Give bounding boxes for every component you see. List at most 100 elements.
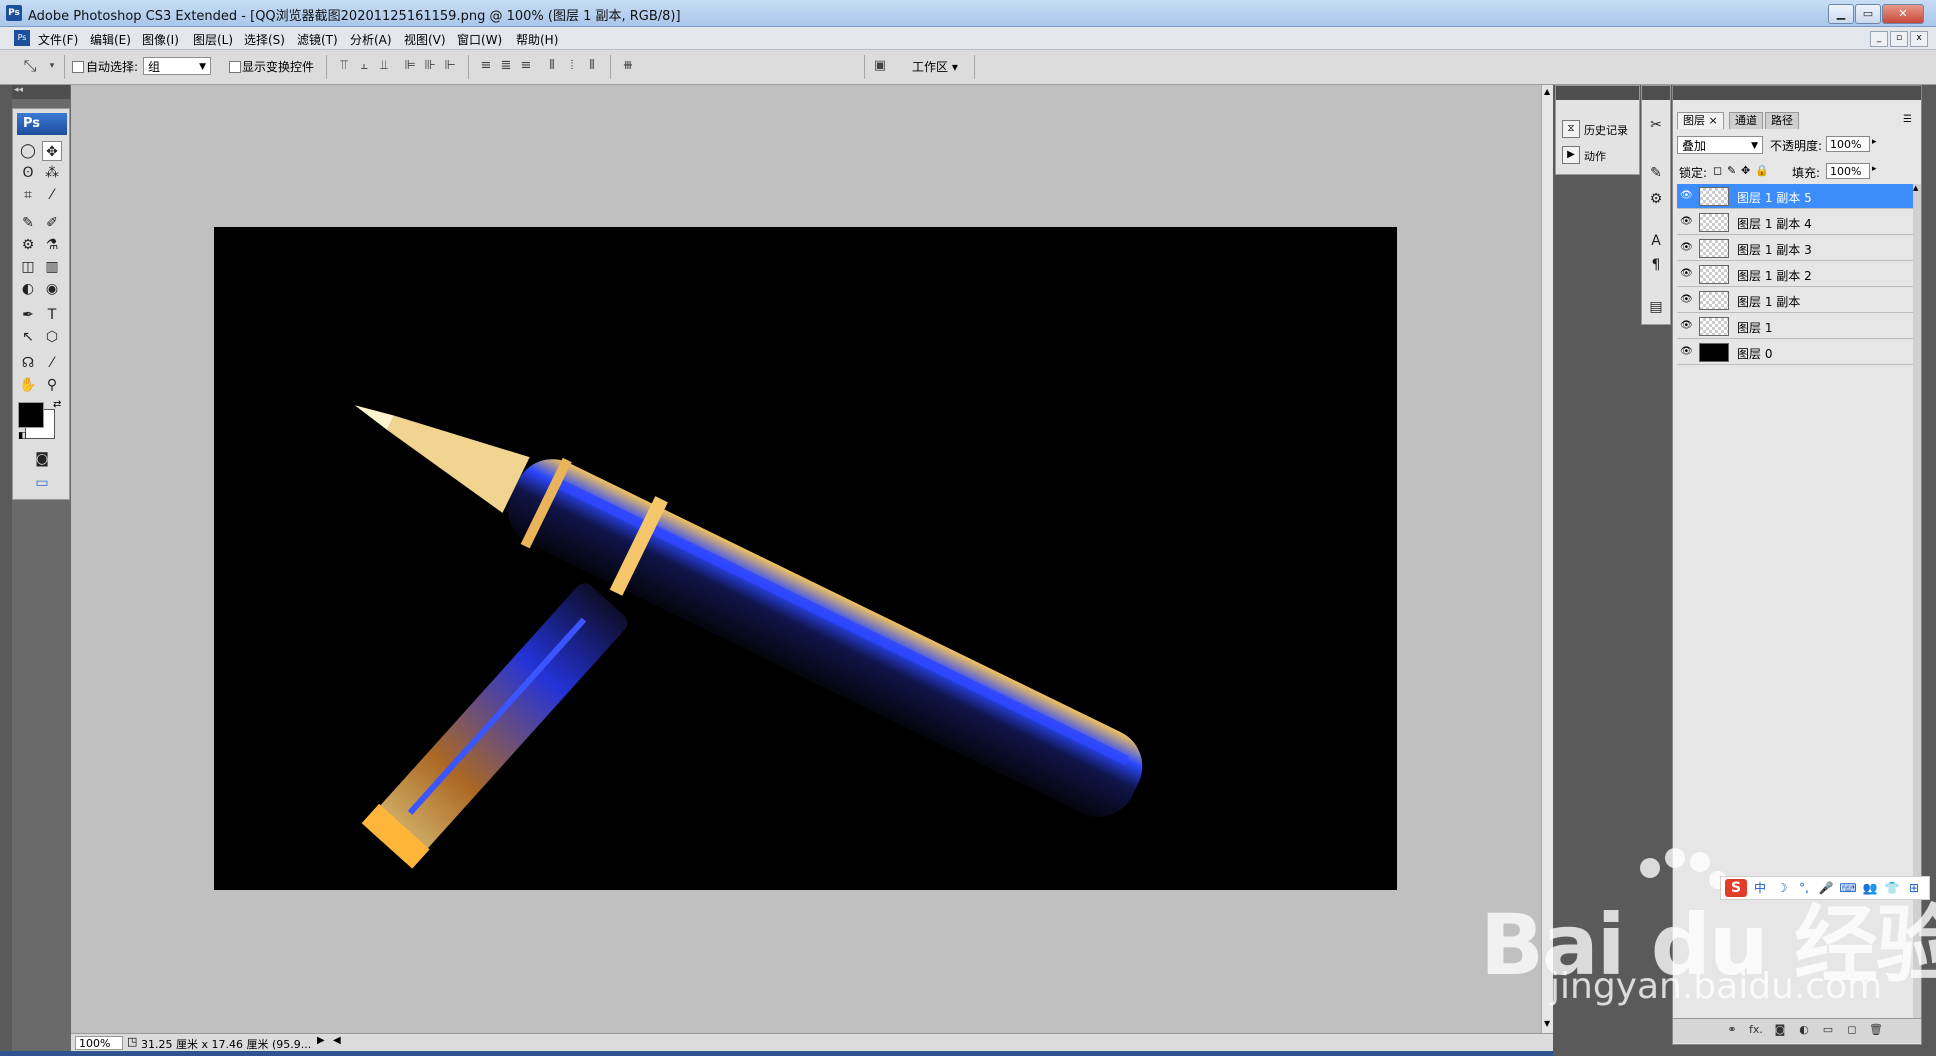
align-top-icon[interactable]: ⫪ [336,58,352,74]
distribute-top-icon[interactable]: ≡ [478,58,494,74]
crop-tool-icon[interactable]: ⌗ [18,185,38,205]
ime-chinese-mode-icon[interactable]: 中 [1751,880,1769,896]
type-tool-icon[interactable]: T [42,305,62,325]
align-left-icon[interactable]: ⊫ [402,58,418,74]
ime-user-icon[interactable]: 👥 [1861,880,1879,896]
menu-select[interactable]: 选择(S) [244,31,285,48]
fill-slider-arrow-icon[interactable]: ▸ [1872,164,1877,174]
visibility-eye-icon[interactable]: 👁 [1680,320,1693,332]
actions-panel-button[interactable]: 动作 [1584,148,1606,164]
layer-row[interactable]: 👁 图层 1 副本 [1677,288,1913,313]
menu-help[interactable]: 帮助(H) [516,31,558,48]
dock-header[interactable] [1642,86,1670,100]
dock-header[interactable] [1556,86,1639,100]
swap-colors-icon[interactable]: ⇄ [53,399,61,410]
minimize-button[interactable]: ▁ [1828,4,1854,24]
move-tool-icon[interactable]: ✥ [42,141,62,161]
foreground-color-swatch[interactable] [18,402,44,428]
lock-image-icon[interactable]: ✎ [1727,164,1736,177]
ime-toolbox-icon[interactable]: ⊞ [1905,880,1923,896]
pen-tool-icon[interactable]: ✒ [18,305,38,325]
distribute-hcenter-icon[interactable]: ⦙ [564,58,580,74]
menu-file[interactable]: 文件(F) [38,31,78,48]
eyedropper-tool-icon[interactable]: ⁄ [42,353,62,373]
bridge-icon[interactable]: ▣ [872,58,888,74]
character-icon[interactable]: A [1647,232,1665,250]
maximize-button[interactable]: ▭ [1855,4,1881,24]
path-selection-tool-icon[interactable]: ↖ [18,327,38,347]
visibility-eye-icon[interactable]: 👁 [1680,268,1693,280]
slice-tool-icon[interactable]: ⁄ [42,185,62,205]
layer-style-icon[interactable]: fx. [1749,1023,1763,1037]
dodge-tool-icon[interactable]: ◉ [42,279,62,299]
layer-row[interactable]: 👁 图层 0 [1677,340,1913,365]
link-layers-icon[interactable]: ⚭ [1725,1023,1739,1037]
tab-layers[interactable]: 图层 × [1677,112,1724,129]
marquee-tool-icon[interactable]: ◯ [18,141,38,161]
new-group-icon[interactable]: ▭ [1821,1023,1835,1037]
document-icon[interactable]: Ps [14,30,30,46]
screen-mode-icon[interactable]: ▭ [28,473,56,493]
align-bottom-icon[interactable]: ⫫ [376,58,392,74]
fill-input[interactable]: 100% [1826,163,1870,179]
gradient-tool-icon[interactable]: ▥ [42,257,62,277]
menu-layer[interactable]: 图层(L) [193,31,233,48]
align-hcenter-icon[interactable]: ⊪ [422,58,438,74]
panel-menu-icon[interactable]: ☰ [1903,114,1912,125]
history-brush-tool-icon[interactable]: ⚗ [42,235,62,255]
layer-row[interactable]: 👁 图层 1 副本 4 [1677,210,1913,235]
hand-tool-icon[interactable]: ✋ [18,375,38,395]
tab-paths[interactable]: 路径 [1765,112,1799,129]
quick-mask-icon[interactable]: ◙ [32,449,52,469]
opacity-slider-arrow-icon[interactable]: ▸ [1872,137,1877,147]
ime-punctuation-icon[interactable]: °, [1795,880,1813,896]
layer-comps-icon[interactable]: ▤ [1647,298,1665,316]
shape-tool-icon[interactable]: ⬡ [42,327,62,347]
workspace-menu[interactable]: 工作区 ▾ [912,58,958,75]
layer-mask-icon[interactable]: ◙ [1773,1023,1787,1037]
ime-voice-icon[interactable]: 🎤 [1817,880,1835,896]
paragraph-icon[interactable]: ¶ [1647,256,1665,274]
new-layer-icon[interactable]: ◻ [1845,1023,1859,1037]
visibility-eye-icon[interactable]: 👁 [1680,216,1693,228]
layer-row[interactable]: 👁 图层 1 副本 3 [1677,236,1913,261]
scroll-up-icon[interactable]: ▲ [1913,184,1921,192]
history-panel-button[interactable]: 历史记录 [1584,122,1628,138]
scroll-left-icon[interactable]: ◀ [333,1035,341,1046]
visibility-eye-icon[interactable]: 👁 [1680,346,1693,358]
3d-rotate-tool-icon[interactable]: ☊ [18,353,38,373]
tab-channels[interactable]: 通道 [1729,112,1763,129]
blend-mode-dropdown[interactable]: 叠加 ▼ [1677,136,1763,154]
chevron-down-icon[interactable]: ▾ [44,58,60,74]
menu-view[interactable]: 视图(V) [404,31,446,48]
eraser-tool-icon[interactable]: ◫ [18,257,38,277]
menu-edit[interactable]: 编辑(E) [90,31,131,48]
menu-image[interactable]: 图像(I) [142,31,179,48]
show-transform-checkbox[interactable] [229,61,241,73]
document-image[interactable] [214,227,1397,890]
doc-minimize-button[interactable]: _ [1870,31,1888,47]
blur-tool-icon[interactable]: ◐ [18,279,38,299]
distribute-vcenter-icon[interactable]: ≣ [498,58,514,74]
clone-stamp-tool-icon[interactable]: ⚙ [18,235,38,255]
lock-transparent-icon[interactable]: ◻ [1713,164,1722,177]
ime-skin-icon[interactable]: 👕 [1883,880,1901,896]
clone-source-icon[interactable]: ⚙ [1647,190,1665,208]
scroll-up-icon[interactable]: ▲ [1544,87,1550,96]
status-icon[interactable]: ◳ [127,1035,137,1048]
magic-wand-tool-icon[interactable]: ⁂ [42,163,62,183]
menu-window[interactable]: 窗口(W) [457,31,502,48]
layers-panel-header[interactable] [1673,86,1921,100]
doc-restore-button[interactable]: ▫ [1890,31,1908,47]
status-menu-arrow-icon[interactable]: ▶ [317,1035,325,1046]
layer-row[interactable]: 👁 图层 1 副本 5 [1677,184,1913,209]
actions-icon[interactable]: ▶ [1562,146,1580,164]
brush-tool-icon[interactable]: ✐ [42,213,62,233]
brushes-icon[interactable]: ✎ [1647,164,1665,182]
healing-brush-tool-icon[interactable]: ✎ [18,213,38,233]
menu-filter[interactable]: 滤镜(T) [297,31,338,48]
auto-select-checkbox[interactable] [72,61,84,73]
tool-presets-icon[interactable]: ✂ [1647,116,1665,134]
zoom-tool-icon[interactable]: ⚲ [42,375,62,395]
default-colors-icon[interactable]: ◧ [18,431,27,441]
